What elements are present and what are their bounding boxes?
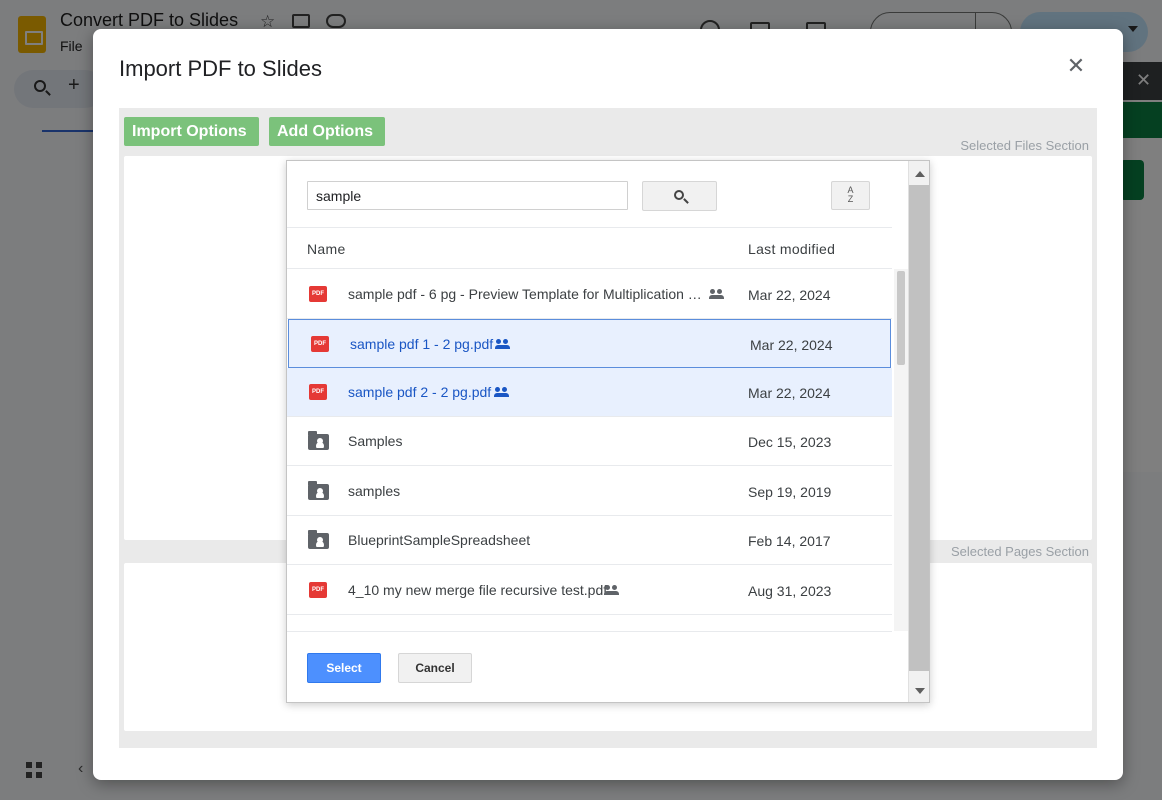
shared-icon [604,585,620,595]
add-options-button[interactable]: Add Options [269,117,385,146]
file-name: samples [348,483,401,499]
shared-icon [494,387,510,397]
file-row[interactable]: PDF 4_10 my new merge file recursive tes… [287,566,892,615]
cancel-button[interactable]: Cancel [398,653,472,683]
file-row[interactable]: PDF sample pdf 2 - 2 pg.pdf Mar 22, 2024 [287,368,892,417]
file-modified-date: Mar 22, 2024 [748,385,831,401]
pdf-icon: PDF [311,336,329,352]
scrollbar-track[interactable] [909,185,929,671]
file-modified-date: Mar 22, 2024 [750,337,833,353]
shared-folder-icon [308,530,329,549]
dialog-title: Import PDF to Slides [119,56,322,81]
file-row[interactable]: samples Sep 19, 2019 [287,467,892,516]
file-modified-date: Mar 22, 2024 [748,287,831,303]
file-modified-date: Aug 31, 2023 [748,583,832,599]
file-name: BlueprintSampleSpreadsheet [348,532,531,548]
file-row[interactable]: PDF sample pdf 1 - 2 pg.pdf Mar 22, 2024 [288,319,891,368]
file-name: 4_10 my new merge file recursive test.pd… [348,582,608,598]
shared-folder-icon [308,481,329,500]
file-name: sample pdf 2 - 2 pg.pdf [348,384,492,400]
file-name: sample pdf - 6 pg - Preview Template for… [348,286,702,302]
search-icon [674,190,684,200]
select-button[interactable]: Select [307,653,381,683]
list-scrollbar-thumb[interactable] [897,271,905,365]
scroll-down-arrow-icon[interactable] [915,688,925,694]
close-icon[interactable]: ✕ [1065,55,1087,77]
file-picker: A Z Name Last modified PDF sample pdf - … [286,160,930,703]
shared-icon [495,339,511,349]
scroll-up-arrow-icon[interactable] [915,171,925,177]
pdf-icon: PDF [309,286,327,302]
sort-z-label: Z [847,194,854,204]
search-input[interactable] [307,181,628,210]
list-header: Name Last modified [287,227,892,269]
pdf-icon: PDF [309,384,327,400]
column-header-last-modified[interactable]: Last modified [748,241,835,257]
file-modified-date: Dec 15, 2023 [748,434,832,450]
search-button[interactable] [642,181,717,211]
list-scrollbar[interactable] [894,269,908,631]
sort-az-button[interactable]: A Z [831,181,870,210]
file-row[interactable]: BlueprintSampleSpreadsheet Feb 14, 2017 [287,516,892,565]
file-modified-date: Feb 14, 2017 [748,533,831,549]
file-name: sample pdf 1 - 2 pg.pdf [350,336,494,352]
shared-icon [709,289,725,299]
picker-scrollbar[interactable] [908,161,929,702]
selected-files-label: Selected Files Section [960,138,1089,153]
shared-folder-icon [308,431,329,450]
pdf-icon: PDF [309,582,327,598]
footer-divider [287,631,892,632]
column-header-name[interactable]: Name [307,241,346,257]
file-modified-date: Sep 19, 2019 [748,484,832,500]
file-name: Samples [348,433,403,449]
file-row[interactable]: Samples Dec 15, 2023 [287,417,892,466]
file-row[interactable]: PDF sample pdf - 6 pg - Preview Template… [287,270,892,319]
import-options-button[interactable]: Import Options [124,117,259,146]
selected-pages-label: Selected Pages Section [950,544,1089,559]
